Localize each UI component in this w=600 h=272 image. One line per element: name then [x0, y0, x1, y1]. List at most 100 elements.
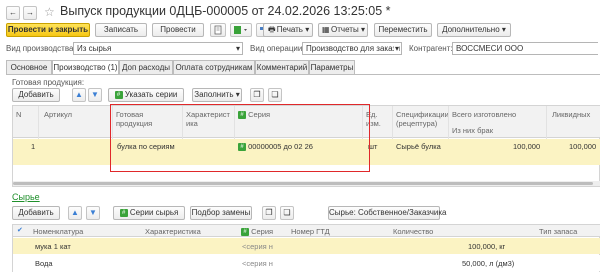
- raw-row-qty[interactable]: 50,000, л (дм3): [462, 259, 514, 268]
- arrow-up-icon: ▲: [71, 208, 79, 217]
- document-icon-button[interactable]: [210, 23, 226, 37]
- tab-main[interactable]: Основное: [6, 60, 52, 74]
- series-icon: #: [114, 90, 123, 99]
- operation-type-value: Производство для заказч: [306, 44, 400, 53]
- production-type-field[interactable]: Из сырья ▾: [73, 42, 243, 55]
- col-spec-header: Спецификации (рецептура): [396, 110, 449, 128]
- highlight-box: [110, 104, 370, 172]
- operation-type-label: Вид операции:: [250, 44, 305, 53]
- document-icon: [214, 25, 222, 35]
- arrow-up-icon: ▲: [75, 90, 83, 99]
- copy-button[interactable]: ❐: [250, 88, 264, 102]
- col-stock-type-header: Тип запаса: [539, 227, 578, 236]
- nav-forward-button[interactable]: →: [23, 6, 37, 20]
- favorite-star-icon[interactable]: ☆: [44, 5, 55, 19]
- window-title: Выпуск продукции 0ДЦБ-000005 от 24.02.20…: [60, 4, 391, 18]
- raw-row-name[interactable]: Вода: [35, 259, 53, 268]
- report-icon: ▦: [322, 25, 330, 34]
- post-button[interactable]: Провести: [152, 23, 204, 37]
- series-icon: #: [241, 228, 249, 237]
- horizontal-scrollbar[interactable]: [13, 181, 600, 186]
- raw-series-button[interactable]: # Серии сырья: [113, 206, 185, 220]
- select-replacement-button[interactable]: Подбор замены: [190, 206, 252, 220]
- dropdown-icon[interactable]: ▾: [236, 43, 240, 54]
- reports-label: Отчеты: [331, 25, 359, 34]
- raw-row-series[interactable]: <серия н: [242, 242, 273, 251]
- raw-paste-button[interactable]: ❏: [280, 206, 294, 220]
- paste-icon: ❏: [271, 90, 279, 99]
- add-raw-button[interactable]: Добавить: [12, 206, 60, 220]
- raw-section-title[interactable]: Сырье: [12, 192, 40, 202]
- raw-row-series[interactable]: <серия н: [242, 259, 273, 268]
- counterparty-field[interactable]: ВОССМЕСИ ООО: [452, 42, 598, 55]
- col-nomenclature-header: Номенклатура: [33, 227, 84, 236]
- tab-extra-costs[interactable]: Доп расходы: [119, 60, 173, 74]
- col-n-header: N: [16, 110, 22, 119]
- chevron-down-icon: ▾: [360, 25, 365, 34]
- table-row[interactable]: мука 1 кат <серия н 100,000, кг: [13, 238, 600, 254]
- row-spec[interactable]: Сырьё булка: [396, 142, 441, 151]
- raw-row-name[interactable]: мука 1 кат: [35, 242, 71, 251]
- production-type-label: Вид производства:: [6, 44, 76, 53]
- tab-production[interactable]: Производство (1): [52, 60, 119, 75]
- print-label: Печать: [276, 25, 303, 34]
- raw-table-header: ✔ Номенклатура Характеристика # Серия Но…: [13, 225, 600, 237]
- col-liquid-header: Ликвидных: [552, 110, 591, 119]
- dropdown-icon[interactable]: ▾: [393, 43, 399, 54]
- move-up-button[interactable]: ▲: [72, 88, 86, 102]
- raw-move-down-button[interactable]: ▼: [86, 206, 100, 220]
- copy-icon: ❐: [265, 208, 273, 217]
- tab-divider: [6, 74, 600, 75]
- col-qty-header: Количество: [393, 227, 434, 236]
- operation-type-field[interactable]: Производство для заказч ▾: [302, 42, 402, 55]
- more-label: Дополнительно: [442, 25, 500, 34]
- raw-row-qty[interactable]: 100,000, кг: [468, 242, 505, 251]
- col-defect-header: Из них брак: [452, 126, 493, 135]
- arrow-down-icon: ▼: [91, 90, 99, 99]
- chevron-down-icon: ▾: [235, 90, 240, 99]
- raw-move-up-button[interactable]: ▲: [68, 206, 82, 220]
- reports-button[interactable]: ▦ Отчеты ▾: [318, 23, 368, 37]
- more-button[interactable]: Дополнительно ▾: [437, 23, 511, 37]
- nav-back-button[interactable]: ←: [6, 6, 20, 20]
- col-total-header: Всего изготовлено: [452, 110, 517, 119]
- row-number: 1: [31, 142, 36, 151]
- series-icon: #: [119, 208, 128, 217]
- tab-comment[interactable]: Комментарий: [255, 60, 309, 74]
- specify-series-label: Указать серии: [124, 90, 178, 99]
- paste-icon: ❏: [283, 208, 291, 217]
- create-based-on-button[interactable]: [230, 23, 252, 37]
- chevron-down-icon: ▾: [501, 25, 506, 34]
- production-type-value: Из сырья: [77, 44, 112, 53]
- arrow-down-icon: ▼: [89, 208, 97, 217]
- col-gtd-header: Номер ГТД: [291, 227, 330, 236]
- create-based-icon: [234, 26, 247, 34]
- col-article-header: Артикул: [44, 110, 72, 119]
- specify-series-button[interactable]: # Указать серии: [108, 88, 184, 102]
- printer-icon: 🖶: [268, 25, 276, 34]
- col-characteristic-header: Характеристика: [145, 227, 201, 236]
- tab-parameters[interactable]: Параметры: [309, 60, 355, 74]
- scrollbar-thumb[interactable]: [13, 182, 593, 185]
- move-button[interactable]: Переместить: [374, 23, 432, 37]
- row-total[interactable]: 100,000: [513, 142, 540, 151]
- checkmark-icon: ✔: [17, 227, 23, 234]
- move-down-button[interactable]: ▼: [88, 88, 102, 102]
- tab-employee-pay[interactable]: Оплата сотрудникам: [173, 60, 255, 74]
- col-raw-series-label: Серия: [251, 227, 274, 236]
- raw-owner-filter-button[interactable]: Сырье: Собственное/Заказчика: [328, 206, 446, 220]
- counterparty-label: Контрагент:: [409, 44, 453, 53]
- raw-copy-button[interactable]: ❐: [262, 206, 276, 220]
- paste-button[interactable]: ❏: [268, 88, 282, 102]
- fill-button[interactable]: Заполнить ▾: [192, 88, 242, 102]
- post-and-close-button[interactable]: Провести и закрыть: [6, 23, 90, 37]
- save-button[interactable]: Записать: [95, 23, 147, 37]
- table-row[interactable]: Вода <серия н 50,000, л (дм3): [13, 255, 600, 271]
- add-product-button[interactable]: Добавить: [12, 88, 60, 102]
- raw-series-label: Серии сырья: [129, 208, 179, 217]
- col-raw-series-header: # Серия: [241, 227, 274, 237]
- row-liquid[interactable]: 100,000: [569, 142, 596, 151]
- print-button[interactable]: 🖶 Печать ▾: [263, 23, 313, 37]
- fill-label: Заполнить: [194, 90, 234, 99]
- finished-goods-label: Готовая продукция:: [12, 78, 85, 87]
